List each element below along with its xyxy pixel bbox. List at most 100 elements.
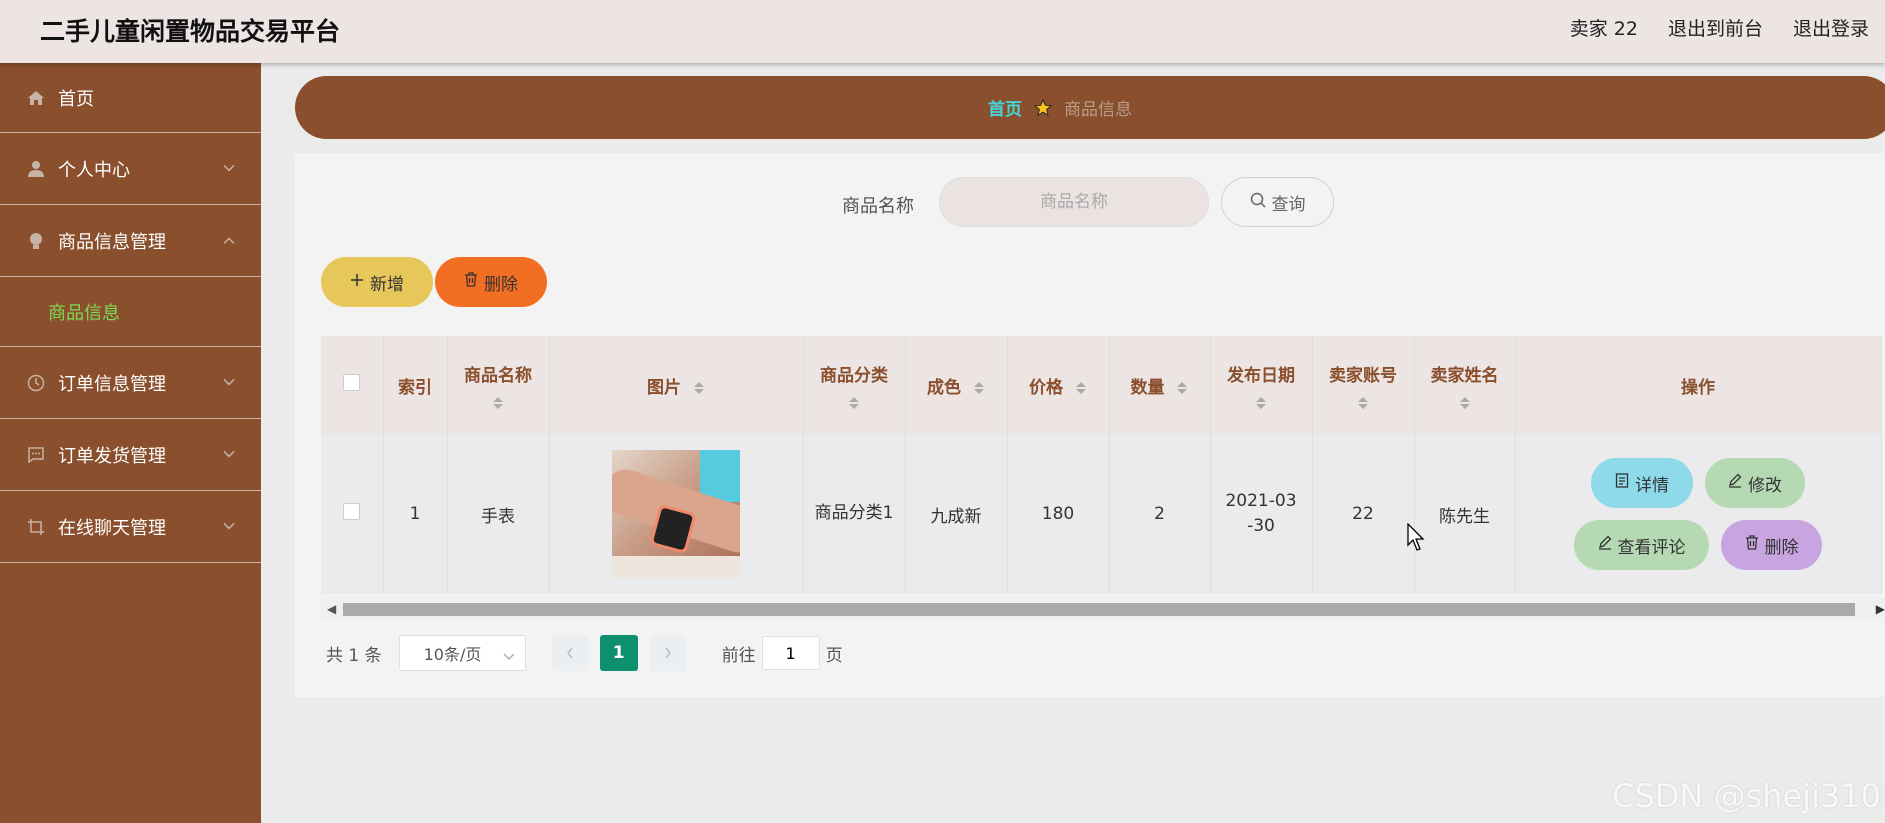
sidebar-item-home[interactable]: 首页: [0, 63, 261, 133]
col-header-label: 成色: [927, 377, 962, 398]
row-checkbox[interactable]: [343, 503, 361, 520]
edit-button-label: 修改: [1748, 475, 1782, 496]
chevron-down-icon: [223, 442, 235, 463]
col-header-image[interactable]: 图片: [549, 336, 804, 434]
cell-image: [549, 434, 804, 594]
chevron-down-icon: [223, 156, 235, 177]
page-size-value: 10条/页: [423, 645, 482, 664]
next-page-button[interactable]: [649, 635, 686, 671]
watermark: CSDN @sheji310: [1612, 777, 1881, 815]
trash-icon: [464, 272, 478, 292]
cell-condition: 九成新: [905, 434, 1008, 594]
exit-to-front-link[interactable]: 退出到前台: [1668, 14, 1763, 41]
col-header-label: 商品分类: [820, 365, 888, 386]
add-button[interactable]: 新增: [321, 257, 433, 307]
clock-icon: [26, 373, 46, 393]
cell-name: 手表: [447, 434, 550, 594]
logout-link[interactable]: 退出登录: [1793, 14, 1869, 41]
goto-label: 前往: [721, 645, 756, 666]
sort-icon: [1358, 396, 1368, 409]
row-delete-button[interactable]: 删除: [1721, 520, 1822, 570]
sort-icon: [1075, 381, 1086, 394]
sidebar-item-order-management[interactable]: 订单信息管理: [0, 347, 261, 419]
delete-button-label: 删除: [484, 274, 518, 295]
col-header-quantity[interactable]: 数量: [1109, 336, 1211, 434]
bulb-icon: [26, 231, 46, 251]
bulk-delete-button[interactable]: 删除: [435, 257, 547, 307]
col-header-date[interactable]: 发布日期: [1210, 336, 1313, 434]
mouse-cursor-icon: [1407, 523, 1425, 551]
cell-date: 2021-03-30: [1210, 434, 1313, 594]
scroll-right-icon[interactable]: ▶: [1876, 602, 1885, 616]
view-reviews-button[interactable]: 查看评论: [1574, 520, 1709, 570]
sidebar-item-personal-center[interactable]: 个人中心: [0, 133, 261, 205]
crop-icon: [26, 517, 46, 537]
col-header-label: 图片: [647, 377, 682, 398]
cell-price: 180: [1007, 434, 1110, 594]
cell-category: 商品分类1: [803, 434, 906, 594]
col-header-label: 数量: [1130, 377, 1165, 398]
add-button-label: 新增: [370, 274, 404, 295]
col-header-condition[interactable]: 成色: [905, 336, 1008, 434]
sidebar-item-label: 首页: [58, 88, 94, 110]
sort-icon: [493, 396, 503, 409]
goto-page-input[interactable]: [761, 636, 820, 670]
table-header-row: 索引 商品名称 图片 商品分类 成色 价格 数量 发布日期 卖家账号 卖家姓名 …: [321, 336, 1882, 434]
edit-button[interactable]: 修改: [1705, 458, 1805, 508]
sidebar-item-label: 商品信息管理: [58, 231, 166, 253]
sort-icon: [1177, 381, 1188, 394]
row-select-cell: [321, 434, 384, 594]
chevron-down-icon: [223, 514, 235, 535]
search-icon: [1250, 192, 1266, 213]
cell-actions: 详情 修改 查看评论 删除: [1515, 434, 1882, 594]
cell-index: 1: [383, 434, 448, 594]
col-header-label: 商品名称: [464, 365, 532, 386]
user-icon: [26, 159, 46, 179]
sort-icon: [849, 396, 859, 409]
prev-page-button[interactable]: [551, 635, 588, 671]
horizontal-scrollbar[interactable]: ◀ ▶: [321, 597, 1885, 621]
col-header-seller[interactable]: 卖家姓名: [1414, 336, 1516, 434]
action-row: 新增 删除: [321, 257, 547, 307]
sidebar-item-label: 个人中心: [58, 159, 130, 181]
sidebar-subitem-product-info[interactable]: 商品信息: [0, 277, 261, 347]
plus-icon: [350, 272, 364, 292]
scroll-left-icon[interactable]: ◀: [327, 602, 336, 616]
sidebar-item-label: 在线聊天管理: [58, 517, 166, 539]
sidebar-item-label: 订单信息管理: [58, 373, 166, 395]
sort-icon: [1459, 396, 1470, 409]
pagination: 共 1 条 10条/页 1 前往 页: [326, 634, 843, 672]
page-size-select[interactable]: 10条/页: [398, 635, 526, 671]
sidebar-item-product-management[interactable]: 商品信息管理: [0, 205, 261, 277]
detail-button[interactable]: 详情: [1591, 458, 1693, 508]
scrollbar-thumb[interactable]: [343, 603, 1855, 616]
select-all-checkbox[interactable]: [343, 374, 361, 391]
row-delete-label: 删除: [1764, 537, 1799, 558]
search-label: 商品名称: [842, 196, 914, 217]
search-button[interactable]: 查询: [1221, 177, 1334, 227]
search-button-label: 查询: [1271, 194, 1306, 215]
pencil-icon: [1728, 473, 1742, 493]
cell-account: 22: [1312, 434, 1415, 594]
sidebar-item-shipping-management[interactable]: 订单发货管理: [0, 419, 261, 491]
header-actions: 卖家 22 退出到前台 退出登录: [1570, 14, 1869, 41]
current-user: 卖家 22: [1569, 18, 1638, 40]
col-header-index: 索引: [383, 336, 448, 434]
search-input[interactable]: [939, 177, 1209, 227]
chevron-up-icon: [223, 228, 235, 249]
col-header-price[interactable]: 价格: [1007, 336, 1110, 434]
col-header-account[interactable]: 卖家账号: [1312, 336, 1415, 434]
star-icon: [1034, 98, 1052, 117]
page-number-1[interactable]: 1: [599, 635, 638, 671]
detail-button-label: 详情: [1635, 475, 1669, 496]
sidebar-item-chat-management[interactable]: 在线聊天管理: [0, 491, 261, 563]
chevron-down-icon: [503, 646, 515, 665]
breadcrumb-current: 商品信息: [1064, 100, 1132, 120]
chevron-left-icon: [566, 647, 573, 659]
document-icon: [1615, 473, 1629, 493]
col-header-label: 卖家姓名: [1430, 365, 1499, 386]
col-header-category[interactable]: 商品分类: [803, 336, 906, 434]
watch-photo: [612, 450, 740, 578]
breadcrumb-home-link[interactable]: 首页: [988, 95, 1022, 120]
col-header-name[interactable]: 商品名称: [447, 336, 550, 434]
